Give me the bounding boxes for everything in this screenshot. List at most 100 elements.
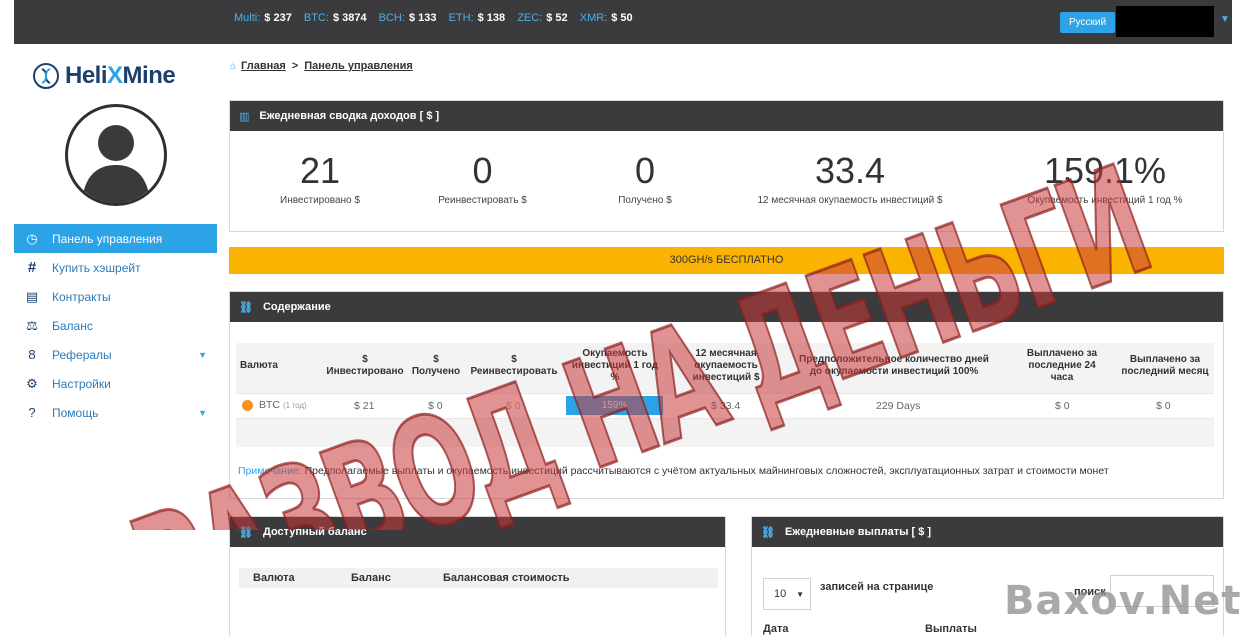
price-ticker: Multi: $ 237 BTC: $ 3874 BCH: $ 133 ETH: $ 1…: [234, 12, 642, 24]
sidebar-item-balance[interactable]: ⚖ Баланс: [14, 311, 217, 340]
dashboard-icon: ◷: [26, 230, 38, 246]
hash-icon: #: [27, 259, 37, 276]
stat-value: 159.1%: [1043, 150, 1167, 191]
stat-value: 21: [299, 150, 341, 191]
gear-icon: ⚙: [26, 375, 38, 391]
panel-header: ⛓ Доступный баланс: [230, 517, 725, 547]
column-header-date: Дата: [763, 623, 789, 635]
watermark: Baxov.Net: [1004, 578, 1242, 624]
sidebar-item-referrals[interactable]: 8 Рефералы ▼: [14, 340, 217, 369]
ticker-multi-value: $ 237: [264, 12, 292, 24]
chevron-down-icon[interactable]: ▼: [198, 408, 207, 418]
sidebar-item-settings[interactable]: ⚙ Настройки: [14, 369, 217, 398]
stat-invested: 21 Инвестировано $: [250, 150, 390, 207]
sidebar-item-help[interactable]: ? Помощь ▼: [14, 398, 217, 427]
chevron-down-icon[interactable]: ▼: [198, 350, 207, 360]
cell-reinvest: $ 0: [506, 400, 521, 412]
entries-per-page-select[interactable]: 10 ▼: [763, 578, 811, 610]
ticker-bch-value: $ 133: [408, 12, 437, 24]
cell-roi-12: $ 33.4: [711, 400, 741, 412]
stat-label: Реинвестировать $: [438, 195, 527, 206]
cell-currency: BTC (1 год): [242, 399, 307, 411]
top-bar: Multi: $ 237 BTC: $ 3874 BCH: $ 133 ETH: $ 1…: [14, 0, 1232, 44]
column-header-received: $ Получено: [411, 354, 461, 377]
stat-value: 0: [634, 150, 656, 191]
balance-table-header: Валюта Баланс Балансовая стоимость: [239, 568, 718, 588]
ticker-btc-value: $ 3874: [332, 12, 367, 24]
panel-title: Ежедневные выплаты [ $ ]: [784, 526, 932, 538]
panel-title: Доступный баланс: [262, 526, 367, 538]
cell-invested: $ 21: [354, 400, 375, 412]
cell-days: 229 Days: [876, 400, 921, 412]
chart-icon: ▥: [239, 110, 250, 123]
available-balance-panel: ⛓ Доступный баланс Валюта Баланс Балансо…: [229, 516, 726, 636]
free-hashrate-banner[interactable]: 300GH/s БЕСПЛАТНО: [229, 247, 1224, 274]
panel-header: ⛓ Ежедневные выплаты [ $ ]: [752, 517, 1223, 547]
user-menu-redacted[interactable]: [1116, 6, 1214, 37]
ticker-eth-label: ETH:: [448, 12, 474, 24]
daily-summary-panel: ▥ Ежедневная сводка доходов [ $ ] 21 Инв…: [229, 100, 1224, 232]
avatar[interactable]: [65, 104, 167, 206]
column-header-balance-value: Балансовая стоимость: [443, 572, 570, 584]
column-header-paid-24h: Выплачено за последние 24 часа: [1026, 348, 1098, 383]
column-header-paid-month: Выплачено за последний месяц: [1121, 354, 1209, 377]
contract-icon: ▤: [25, 288, 39, 304]
sidebar-item-label: Помощь: [52, 405, 99, 420]
ticker-multi-label: Multi:: [234, 12, 261, 24]
sidebar: HeliXMine ◷ Панель управления # Купить х…: [14, 44, 217, 636]
breadcrumb: ⌂ Главная > Панель управления: [230, 60, 413, 72]
stat-label: 12 месячная окупаемость инвестиций $: [757, 195, 943, 206]
content-panel: ⛓ Содержание Валюта $ Инвестировано $ Полу…: [229, 291, 1224, 499]
ticker-zec-label: ZEC:: [517, 12, 543, 24]
stat-label: Окупаемость инвестиций 1 год %: [1027, 195, 1183, 206]
stat-label: Получено $: [618, 195, 672, 206]
home-icon[interactable]: ⌂: [230, 61, 236, 72]
logo[interactable]: HeliXMine: [33, 62, 176, 90]
stat-roi-12-month: 33.4 12 месячная окупаемость инвестиций …: [720, 150, 980, 207]
stat-value: 33.4: [814, 150, 886, 191]
network-icon: ⛓: [761, 526, 775, 539]
roi-progress-bar: 159%: [566, 396, 663, 415]
sidebar-nav: ◷ Панель управления # Купить хэшрейт ▤ К…: [14, 224, 217, 427]
chevron-down-icon[interactable]: ▼: [1220, 14, 1230, 25]
stat-received: 0 Получено $: [575, 150, 715, 207]
cell-received: $ 0: [428, 400, 443, 412]
cell-paid-24h: $ 0: [1055, 400, 1070, 412]
column-header-payouts: Выплаты: [925, 623, 977, 635]
help-icon: ?: [28, 405, 36, 420]
sidebar-item-buy-hashrate[interactable]: # Купить хэшрейт: [14, 253, 217, 282]
column-header-roi-year: Окупаемость инвестиций 1 год%: [571, 348, 659, 383]
sidebar-item-dashboard[interactable]: ◷ Панель управления: [14, 224, 217, 253]
referral-icon: 8: [28, 347, 36, 362]
footnote-text: Предполагаемые выплаты и окупаемость инв…: [304, 465, 1109, 477]
panel-header: ⛓ Содержание: [230, 292, 1223, 322]
ticker-eth-value: $ 138: [477, 12, 506, 24]
stat-reinvest: 0 Реинвестировать $: [410, 150, 555, 207]
sidebar-item-label: Панель управления: [52, 231, 163, 246]
language-button[interactable]: Русский: [1060, 12, 1115, 33]
stat-value: 0: [472, 150, 493, 191]
breadcrumb-current[interactable]: Панель управления: [304, 60, 413, 72]
breadcrumb-home-link[interactable]: Главная: [241, 60, 286, 72]
ticker-xmr-label: XMR:: [579, 12, 608, 24]
column-header-roi-12: 12 месячная окупаемость инвестиций $: [692, 348, 760, 383]
entries-per-page-label: записей на странице: [820, 581, 934, 593]
sidebar-item-label: Настройки: [52, 376, 111, 391]
panel-title: Содержание: [262, 301, 331, 313]
column-header-invested: $ Инвестировано: [326, 354, 404, 377]
panel-header: ▥ Ежедневная сводка доходов [ $ ]: [230, 101, 1223, 131]
column-header-reinvest: $ Реинвестировать: [470, 354, 558, 377]
ticker-zec-value: $ 52: [546, 12, 568, 24]
sidebar-item-label: Купить хэшрейт: [52, 260, 141, 275]
panel-title: Ежедневная сводка доходов [ $ ]: [259, 110, 440, 122]
column-header-days: Предположительное количество дней до окуп…: [799, 354, 989, 377]
scales-icon: ⚖: [26, 317, 38, 333]
column-header-currency: Валюта: [240, 360, 278, 371]
ticker-btc-label: BTC:: [303, 12, 329, 24]
network-icon: ⛓: [239, 526, 253, 539]
sidebar-item-contracts[interactable]: ▤ Контракты: [14, 282, 217, 311]
sidebar-item-label: Контракты: [52, 289, 111, 304]
column-header-currency: Валюта: [253, 572, 295, 584]
column-header-balance: Баланс: [351, 572, 391, 584]
footnote: Примечание: Предполагаемые выплаты и оку…: [238, 465, 1109, 477]
